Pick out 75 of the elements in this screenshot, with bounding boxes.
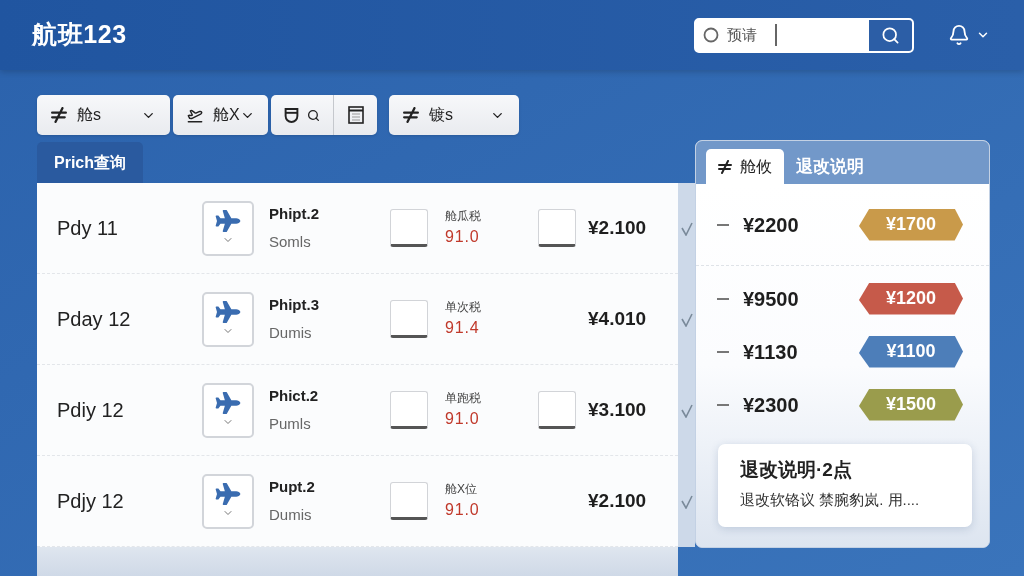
- plane-dropdown[interactable]: [202, 382, 254, 438]
- date-text: Pdy 11: [57, 216, 119, 241]
- price-tag: ¥1100: [859, 335, 963, 368]
- note-text: 退改软铬议 禁腕豹岚. 用....: [740, 490, 921, 510]
- flight-row[interactable]: Pdiy 12 Phict.2 Pumls 单跑税 91.0 ¥3.100: [37, 365, 678, 456]
- plane-icon: [213, 392, 243, 414]
- search-icon: [307, 108, 320, 122]
- document-icon: [347, 106, 364, 124]
- tax-label: 单次税: [445, 299, 482, 316]
- plane-takeoff-icon: [187, 107, 203, 123]
- crossed-lines-icon: [718, 159, 732, 174]
- price-tag: ¥1500: [859, 388, 963, 421]
- price-tag: ¥1700: [859, 208, 963, 241]
- flight-subtitle: Dumis: [269, 323, 313, 343]
- cup-icon: [284, 107, 299, 123]
- minus-icon: [717, 297, 729, 300]
- tax-label: 单跑税: [445, 390, 482, 407]
- flight-row[interactable]: Pday 12 Phipt.3 Dumis 单次税 91.4 ¥4.010: [37, 274, 678, 365]
- minus-icon: [717, 403, 729, 406]
- text-cursor: [775, 24, 777, 46]
- flight-subtitle: Dumis: [269, 505, 313, 525]
- checkbox[interactable]: [390, 300, 428, 338]
- plane-icon: [213, 210, 243, 232]
- tax-value: 91.0: [445, 409, 481, 429]
- checkbox[interactable]: [538, 209, 576, 247]
- tax-label: 舱瓜税: [445, 208, 482, 225]
- tax-value: 91.0: [445, 500, 481, 520]
- app-title: 航班123: [32, 19, 127, 51]
- minus-icon: [717, 350, 729, 353]
- price-text: ¥3.100: [588, 397, 647, 422]
- checkbox[interactable]: [538, 391, 576, 429]
- price-text: ¥4.010: [588, 306, 647, 331]
- search-icon: [881, 25, 900, 45]
- flight-number: Phict.2: [269, 385, 320, 406]
- ring-icon: [703, 27, 719, 43]
- flight-subtitle: Pumls: [269, 414, 312, 434]
- notifications-button[interactable]: [948, 24, 990, 46]
- bell-icon: [948, 24, 970, 46]
- price-text: ¥2.100: [588, 215, 647, 240]
- crossed-lines-icon: [51, 107, 67, 123]
- filter-dropdown[interactable]: 镀s: [389, 95, 519, 135]
- date-text: Pday 12: [57, 307, 132, 332]
- search-field[interactable]: 预请: [727, 23, 775, 47]
- plane-icon: [213, 483, 243, 505]
- tax-value: 91.4: [445, 318, 481, 338]
- plane-dropdown[interactable]: [202, 291, 254, 347]
- plane-icon: [213, 301, 243, 323]
- crossed-lines-icon: [403, 107, 419, 123]
- price-text: ¥2.100: [588, 488, 647, 513]
- search-button[interactable]: [869, 19, 912, 51]
- plane-dropdown[interactable]: [202, 200, 254, 256]
- flight-number: Phipt.3: [269, 294, 320, 315]
- price-tag: ¥1200: [859, 282, 963, 315]
- checkbox[interactable]: [390, 391, 428, 429]
- tax-label: 舱X位: [445, 481, 478, 498]
- fare-price: ¥9500: [743, 286, 800, 312]
- filter-dropdown[interactable]: 舱s: [37, 95, 170, 135]
- checkbox[interactable]: [390, 209, 428, 247]
- date-text: Pdjy 12: [57, 489, 125, 514]
- filter-dropdown[interactable]: 舱X: [173, 95, 268, 135]
- fare-price: ¥2300: [743, 392, 800, 418]
- flight-number: Pupt.2: [269, 476, 316, 497]
- checkbox[interactable]: [390, 482, 428, 520]
- fare-price: ¥2200: [743, 212, 800, 238]
- plane-dropdown[interactable]: [202, 473, 254, 529]
- tax-value: 91.0: [445, 227, 481, 247]
- fare-price: ¥1130: [743, 339, 799, 365]
- flight-number: Phipt.2: [269, 203, 320, 224]
- minus-icon: [717, 223, 729, 226]
- list-tab[interactable]: Prich查询: [37, 142, 143, 183]
- flight-subtitle: Somls: [269, 232, 312, 252]
- panel-tab[interactable]: 舱攸: [706, 149, 784, 184]
- date-text: Pdiy 12: [57, 398, 125, 423]
- note-title: 退改说明·2点: [740, 458, 853, 482]
- flight-row[interactable]: Pdy 11 Phipt.2 Somls 舱瓜税 91.0 ¥2.100: [37, 183, 678, 274]
